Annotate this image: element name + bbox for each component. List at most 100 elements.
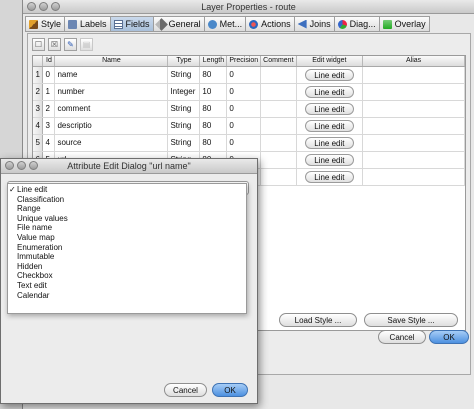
table-row[interactable]: 1 0 name String 80 0 Line edit [33,66,465,84]
dropdown-option[interactable]: Line edit [8,185,246,195]
tab-joins[interactable]: Joins [293,16,334,32]
dialog-minimize-icon[interactable] [17,161,26,170]
cell-type[interactable]: String [167,134,201,152]
edit-widget-cell[interactable]: Line edit [296,66,364,84]
ok-button[interactable]: OK [429,330,469,344]
new-column-icon[interactable]: ☐ [32,38,45,51]
column-header[interactable]: Length [199,56,228,67]
cancel-button[interactable]: Cancel [378,330,426,344]
tab-actions[interactable]: Actions [245,16,294,32]
cell-alias[interactable] [362,117,465,135]
dropdown-option[interactable]: Value map [8,233,246,243]
column-header[interactable]: Precision [226,56,262,67]
table-row[interactable]: 2 1 number Integer 10 0 Line edit [33,83,465,101]
dropdown-option[interactable]: Enumeration [8,243,246,253]
cell-name[interactable]: comment [54,100,169,118]
cell-precision[interactable]: 0 [226,83,262,101]
edit-widget-button[interactable]: Line edit [304,136,354,149]
dropdown-option[interactable]: Hidden [8,262,246,272]
row-number[interactable]: 4 [33,117,44,135]
minimize-window-icon[interactable] [39,2,48,11]
cell-comment[interactable] [260,83,297,101]
dropdown-option[interactable]: Calendar [8,291,246,301]
tab-diag[interactable]: Diag... [333,16,379,32]
cell-type[interactable]: String [167,100,201,118]
dropdown-option[interactable]: File name [8,223,246,233]
tab-labels[interactable]: Labels [64,16,110,32]
cell-precision[interactable]: 0 [226,66,262,84]
cell-precision[interactable]: 0 [226,117,262,135]
table-row[interactable]: 3 2 comment String 80 0 Line edit [33,100,465,118]
column-header[interactable]: Id [42,56,56,67]
cell-comment[interactable] [260,151,297,169]
cell-type[interactable]: String [167,66,201,84]
row-number[interactable]: 3 [33,100,44,118]
tab-general[interactable]: General [152,16,204,32]
cell-alias[interactable] [362,134,465,152]
edit-widget-button[interactable]: Line edit [304,170,354,183]
edit-widget-cell[interactable]: Line edit [296,117,364,135]
edit-widget-cell[interactable]: Line edit [296,151,364,169]
dropdown-option[interactable]: Text edit [8,281,246,291]
close-window-icon[interactable] [27,2,36,11]
edit-widget-button[interactable]: Line edit [304,102,354,115]
cell-comment[interactable] [260,66,297,84]
cell-type[interactable]: Integer [167,83,201,101]
cell-comment[interactable] [260,134,297,152]
cell-id[interactable]: 0 [42,66,56,84]
edit-widget-cell[interactable]: Line edit [296,100,364,118]
edit-widget-cell[interactable]: Line edit [296,168,364,186]
dialog-cancel-button[interactable]: Cancel [164,383,207,397]
table-row[interactable]: 4 3 descriptio String 80 0 Line edit [33,117,465,135]
cell-name[interactable]: name [54,66,169,84]
cell-length[interactable]: 80 [199,117,228,135]
tab-style[interactable]: Style [25,16,65,32]
dropdown-option[interactable]: Range [8,204,246,214]
edit-widget-button[interactable]: Line edit [304,68,354,81]
cell-length[interactable]: 80 [199,66,228,84]
cell-comment[interactable] [260,100,297,118]
edit-widget-cell[interactable]: Line edit [296,83,364,101]
delete-column-icon[interactable]: ☒ [48,38,61,51]
row-number[interactable]: 1 [33,66,44,84]
dialog-ok-button[interactable]: OK [212,383,248,397]
toggle-editing-icon[interactable]: ✎ [64,38,77,51]
tab-overlay[interactable]: Overlay [378,16,430,32]
dropdown-option[interactable]: Classification [8,195,246,205]
dialog-zoom-icon[interactable] [29,161,38,170]
cell-precision[interactable]: 0 [226,100,262,118]
edit-widget-button[interactable]: Line edit [304,153,354,166]
cell-alias[interactable] [362,83,465,101]
table-row[interactable]: 5 4 source String 80 0 Line edit [33,134,465,152]
load-style-button[interactable]: Load Style ... [279,313,357,327]
cell-type[interactable]: String [167,117,201,135]
cell-id[interactable]: 3 [42,117,56,135]
cell-length[interactable]: 80 [199,134,228,152]
cell-precision[interactable]: 0 [226,134,262,152]
cell-id[interactable]: 4 [42,134,56,152]
column-header[interactable]: Name [54,56,169,67]
dropdown-option[interactable]: Unique values [8,214,246,224]
zoom-window-icon[interactable] [51,2,60,11]
dropdown-option[interactable]: Checkbox [8,271,246,281]
cell-length[interactable]: 80 [199,100,228,118]
cell-alias[interactable] [362,100,465,118]
cell-name[interactable]: source [54,134,169,152]
row-number[interactable]: 2 [33,83,44,101]
cell-alias[interactable] [362,151,465,169]
tab-fields[interactable]: Fields [109,16,153,32]
field-calculator-icon[interactable]: ▤ [80,38,93,51]
edit-widget-button[interactable]: Line edit [304,119,354,132]
cell-comment[interactable] [260,117,297,135]
dropdown-option[interactable]: Immutable [8,252,246,262]
cell-name[interactable]: number [54,83,169,101]
cell-alias[interactable] [362,66,465,84]
cell-name[interactable]: descriptio [54,117,169,135]
cell-length[interactable]: 10 [199,83,228,101]
cell-alias[interactable] [362,168,465,186]
dialog-close-icon[interactable] [5,161,14,170]
edit-widget-button[interactable]: Line edit [304,85,354,98]
column-header[interactable]: Comment [260,56,297,67]
cell-id[interactable]: 2 [42,100,56,118]
edit-widget-cell[interactable]: Line edit [296,134,364,152]
